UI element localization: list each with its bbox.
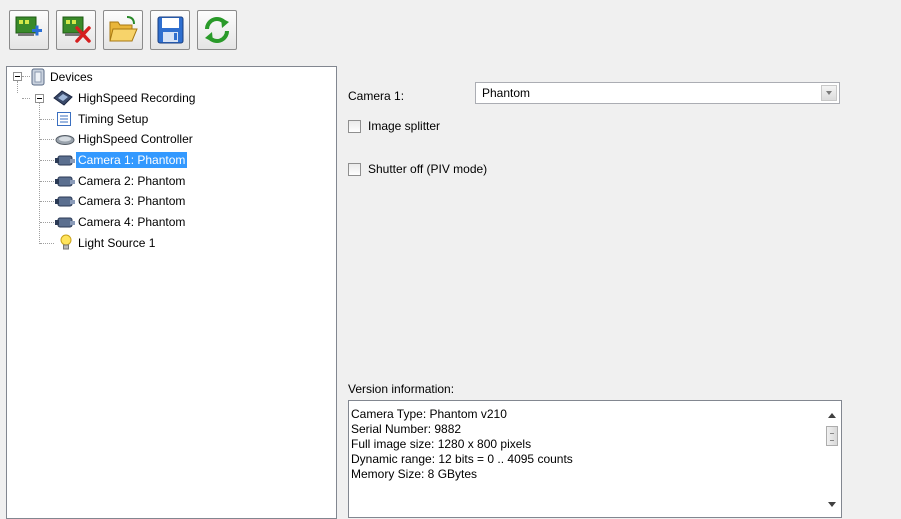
recording-group-icon <box>53 90 73 106</box>
lightbulb-icon <box>60 234 72 250</box>
camera-icon <box>55 155 75 166</box>
open-button[interactable] <box>103 10 143 50</box>
device-rack-icon <box>31 68 45 86</box>
version-line: Serial Number: 9882 <box>351 422 462 436</box>
add-device-icon <box>15 16 42 36</box>
scroll-thumb[interactable] <box>826 426 838 446</box>
camera-select-value: Phantom <box>482 86 531 100</box>
shutter-off-checkbox[interactable] <box>348 162 361 176</box>
remove-device-button[interactable] <box>56 10 96 50</box>
image-splitter-label: Image splitter <box>368 119 441 133</box>
scroll-up-icon[interactable] <box>828 413 836 418</box>
shutter-off-row[interactable]: Shutter off (PIV mode) <box>348 162 487 176</box>
version-line: Memory Size: 8 GBytes <box>351 467 478 481</box>
image-splitter-checkbox[interactable] <box>348 119 361 133</box>
image-splitter-row[interactable]: Image splitter <box>348 119 440 133</box>
chevron-down-icon[interactable] <box>821 85 837 101</box>
camera-icon <box>55 176 75 187</box>
folder-open-icon <box>109 16 138 42</box>
version-line: Dynamic range: 12 bits = 0 .. 4095 count… <box>351 452 573 466</box>
devices-expander[interactable] <box>13 72 22 81</box>
refresh-icon <box>205 17 229 43</box>
tree-node-timing-setup[interactable]: Timing Setup <box>76 109 150 129</box>
tree-node-highspeed-controller[interactable]: HighSpeed Controller <box>76 129 195 149</box>
tree-node-highspeed-recording[interactable]: HighSpeed Recording <box>76 88 197 108</box>
tree-node-devices[interactable]: Devices <box>48 67 95 87</box>
add-device-button[interactable] <box>9 10 49 50</box>
camera-details-panel: Camera 1: Phantom Image splitter Shutter… <box>342 66 901 519</box>
refresh-button[interactable] <box>197 10 237 50</box>
save-icon <box>157 16 184 44</box>
scroll-down-icon[interactable] <box>828 502 836 507</box>
version-info-text: Camera Type: Phantom v210 Serial Number:… <box>351 407 573 482</box>
version-info-textbox[interactable]: Camera Type: Phantom v210 Serial Number:… <box>348 400 842 518</box>
toolbar <box>0 0 901 64</box>
version-info-label: Version information: <box>348 382 455 396</box>
version-scrollbar[interactable] <box>824 401 841 517</box>
device-tree[interactable]: Devices HighSpeed Recording Timing Setup… <box>6 66 337 519</box>
tree-node-camera-4[interactable]: Camera 4: Phantom <box>76 212 187 232</box>
save-button[interactable] <box>150 10 190 50</box>
camera-select[interactable]: Phantom <box>475 82 840 104</box>
version-line: Full image size: 1280 x 800 pixels <box>351 437 532 451</box>
tree-node-camera-2[interactable]: Camera 2: Phantom <box>76 171 187 191</box>
highspeed-recording-expander[interactable] <box>35 94 44 103</box>
version-line: Camera Type: Phantom v210 <box>351 407 507 421</box>
tree-node-camera-1[interactable]: Camera 1: Phantom <box>76 150 188 170</box>
camera-icon <box>55 217 75 228</box>
controller-icon <box>55 135 75 145</box>
camera-label: Camera 1: <box>348 89 405 103</box>
shutter-off-label: Shutter off (PIV mode) <box>368 162 488 176</box>
tree-node-light-source-1[interactable]: Light Source 1 <box>76 233 157 253</box>
timing-icon <box>57 112 71 126</box>
remove-device-icon <box>62 16 91 43</box>
tree-node-camera-3[interactable]: Camera 3: Phantom <box>76 191 187 211</box>
camera-icon <box>55 196 75 207</box>
